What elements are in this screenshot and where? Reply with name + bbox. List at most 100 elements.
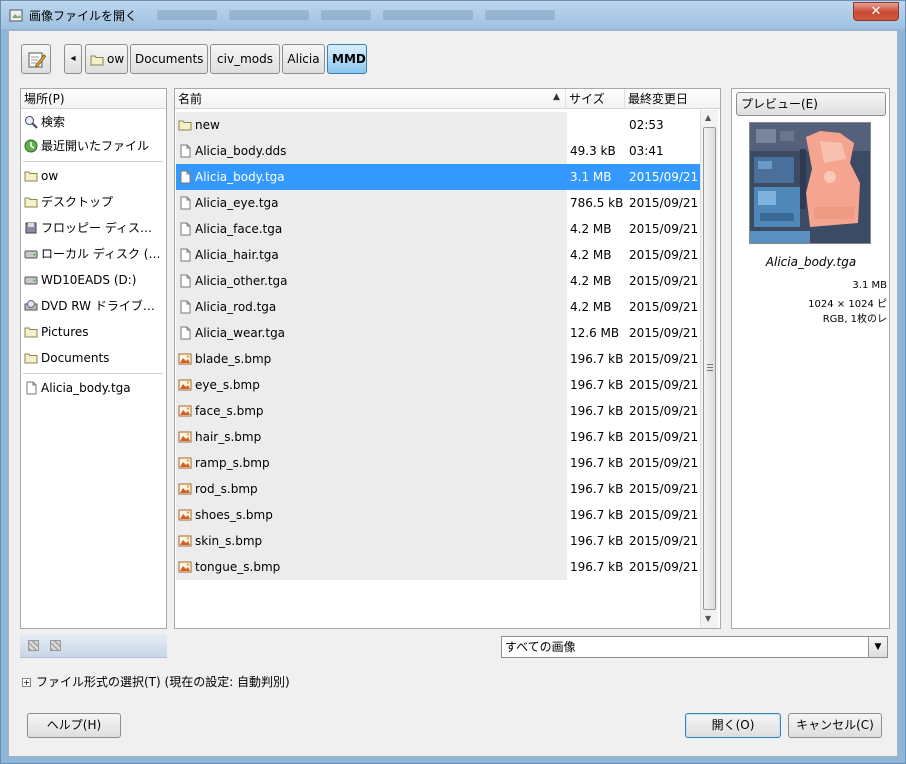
file-row[interactable]: shoes_s.bmp 196.7 kB 2015/09/21 <box>176 502 700 528</box>
cancel-button[interactable]: キャンセル(C) <box>788 713 882 738</box>
file-size: 196.7 kB <box>570 404 624 418</box>
file-name: face_s.bmp <box>195 404 264 418</box>
place-documents[interactable]: Documents <box>21 346 166 370</box>
place-label: ローカル ディスク (… <box>41 247 161 261</box>
file-modified: 2015/09/21 <box>629 378 699 392</box>
column-header-modified[interactable]: 最終変更日 <box>625 89 720 109</box>
preview-toggle-button[interactable]: プレビュー(E) <box>736 92 886 116</box>
file-type-label: ファイル形式の選択(T) (現在の設定: 自動判別) <box>36 675 290 689</box>
file-row[interactable]: Alicia_other.tga 4.2 MB 2015/09/21 <box>176 268 700 294</box>
file-icon <box>180 248 191 262</box>
file-icon <box>180 144 191 158</box>
recent-icon <box>24 139 38 153</box>
scrollbar-grip-icon <box>707 364 713 371</box>
file-row[interactable]: Alicia_wear.tga 12.6 MB 2015/09/21 <box>176 320 700 346</box>
breadcrumb-label: Documents <box>135 52 204 66</box>
breadcrumb-civ-mods[interactable]: civ_mods <box>210 44 280 74</box>
file-name: Alicia_body.tga <box>195 170 285 184</box>
place-ow[interactable]: ow <box>21 164 166 188</box>
place-recent[interactable]: 最近開いたファイル <box>21 134 166 158</box>
chevron-down-icon[interactable]: ▼ <box>868 637 887 657</box>
file-icon <box>26 381 37 395</box>
place-label: Documents <box>41 351 110 365</box>
file-row[interactable]: face_s.bmp 196.7 kB 2015/09/21 <box>176 398 700 424</box>
file-type-expander[interactable]: + ファイル形式の選択(T) (現在の設定: 自動判別) <box>22 673 290 691</box>
file-name: Alicia_hair.tga <box>195 248 279 262</box>
file-modified: 2015/09/21 <box>629 326 699 340</box>
breadcrumb-mmd[interactable]: MMD <box>327 44 367 74</box>
file-row[interactable]: ramp_s.bmp 196.7 kB 2015/09/21 <box>176 450 700 476</box>
remove-bookmark-icon[interactable] <box>50 640 61 651</box>
breadcrumb-alicia[interactable]: Alicia <box>282 44 325 74</box>
place-label: Pictures <box>41 325 89 339</box>
file-modified: 2015/09/21 <box>629 352 699 366</box>
place-wd10eads[interactable]: WD10EADS (D:) <box>21 268 166 292</box>
places-separator <box>23 161 163 162</box>
file-filter-select[interactable]: すべての画像 ▼ <box>501 636 888 658</box>
image-icon <box>178 561 192 573</box>
breadcrumb-label: civ_mods <box>217 52 273 66</box>
file-name: new <box>195 118 220 132</box>
open-button[interactable]: 開く(O) <box>685 713 781 738</box>
column-header-name[interactable]: 名前 <box>175 89 566 109</box>
place-label: 検索 <box>41 115 66 129</box>
help-button[interactable]: ヘルプ(H) <box>27 713 121 738</box>
add-bookmark-icon[interactable] <box>28 640 39 651</box>
place-search[interactable]: 検索 <box>21 110 166 134</box>
file-list-scrollbar[interactable]: ▲ ▼ <box>700 110 718 628</box>
file-row[interactable]: new 02:53 <box>176 112 700 138</box>
sort-ascending-icon: ▲ <box>553 92 560 102</box>
places-header[interactable]: 場所(P) <box>21 89 166 109</box>
breadcrumb-back-button[interactable]: ◂ <box>64 44 82 74</box>
file-row[interactable]: Alicia_face.tga 4.2 MB 2015/09/21 <box>176 216 700 242</box>
file-row[interactable]: eye_s.bmp 196.7 kB 2015/09/21 <box>176 372 700 398</box>
scroll-up-icon[interactable]: ▲ <box>705 113 711 122</box>
image-icon <box>178 483 192 495</box>
file-modified: 2015/09/21 <box>629 560 699 574</box>
breadcrumb-ow[interactable]: ow <box>85 44 128 74</box>
row-name-zone <box>176 112 567 138</box>
file-modified: 2015/09/21 <box>629 430 699 444</box>
file-row[interactable]: Alicia_rod.tga 4.2 MB 2015/09/21 <box>176 294 700 320</box>
place-label: ow <box>41 169 59 183</box>
file-size: 196.7 kB <box>570 430 624 444</box>
place-desktop[interactable]: デスクトップ <box>21 190 166 214</box>
file-row[interactable]: tongue_s.bmp 196.7 kB 2015/09/21 <box>176 554 700 580</box>
column-header-size[interactable]: サイズ <box>566 89 625 109</box>
file-row[interactable]: rod_s.bmp 196.7 kB 2015/09/21 <box>176 476 700 502</box>
file-size: 196.7 kB <box>570 560 624 574</box>
file-name: hair_s.bmp <box>195 430 262 444</box>
place-label: DVD RW ドライブ… <box>41 299 155 313</box>
title-bar[interactable]: 画像ファイルを開く ✕ <box>1 1 905 39</box>
image-icon <box>178 431 192 443</box>
place-pictures[interactable]: Pictures <box>21 320 166 344</box>
places-separator <box>23 373 163 374</box>
file-row[interactable]: hair_s.bmp 196.7 kB 2015/09/21 <box>176 424 700 450</box>
breadcrumb-documents[interactable]: Documents <box>130 44 208 74</box>
file-size: 12.6 MB <box>570 326 620 340</box>
place-floppy[interactable]: フロッピー ディス… <box>21 216 166 240</box>
scroll-down-icon[interactable]: ▼ <box>705 614 711 623</box>
scrollbar-thumb[interactable] <box>703 127 716 610</box>
file-name: Alicia_rod.tga <box>195 300 277 314</box>
file-icon <box>180 274 191 288</box>
file-row[interactable]: Alicia_hair.tga 4.2 MB 2015/09/21 <box>176 242 700 268</box>
folder-icon <box>24 327 38 338</box>
file-name: Alicia_body.dds <box>195 144 287 158</box>
file-row[interactable]: Alicia_body.tga 3.1 MB 2015/09/21 <box>176 164 700 190</box>
file-row[interactable]: blade_s.bmp 196.7 kB 2015/09/21 <box>176 346 700 372</box>
place-bookmark-alicia-body[interactable]: Alicia_body.tga <box>21 376 166 400</box>
place-local-disk[interactable]: ローカル ディスク (… <box>21 242 166 266</box>
file-row[interactable]: Alicia_body.dds 49.3 kB 03:41 <box>176 138 700 164</box>
close-button[interactable]: ✕ <box>853 2 899 21</box>
edit-location-button[interactable] <box>21 44 51 74</box>
file-row[interactable]: skin_s.bmp 196.7 kB 2015/09/21 <box>176 528 700 554</box>
place-dvd-drive[interactable]: DVD RW ドライブ… <box>21 294 166 318</box>
preview-dimensions: 1024 × 1024 ピ <box>808 299 887 310</box>
dialog-window: 画像ファイルを開く ✕ ◂ ow Documents civ_mods Alic… <box>0 0 906 764</box>
column-header-label: 名前 <box>178 92 203 106</box>
file-row[interactable]: Alicia_eye.tga 786.5 kB 2015/09/21 <box>176 190 700 216</box>
file-name: shoes_s.bmp <box>195 508 273 522</box>
file-list-header: 名前 ▲ サイズ 最終変更日 <box>175 89 720 109</box>
file-name: Alicia_face.tga <box>195 222 283 236</box>
